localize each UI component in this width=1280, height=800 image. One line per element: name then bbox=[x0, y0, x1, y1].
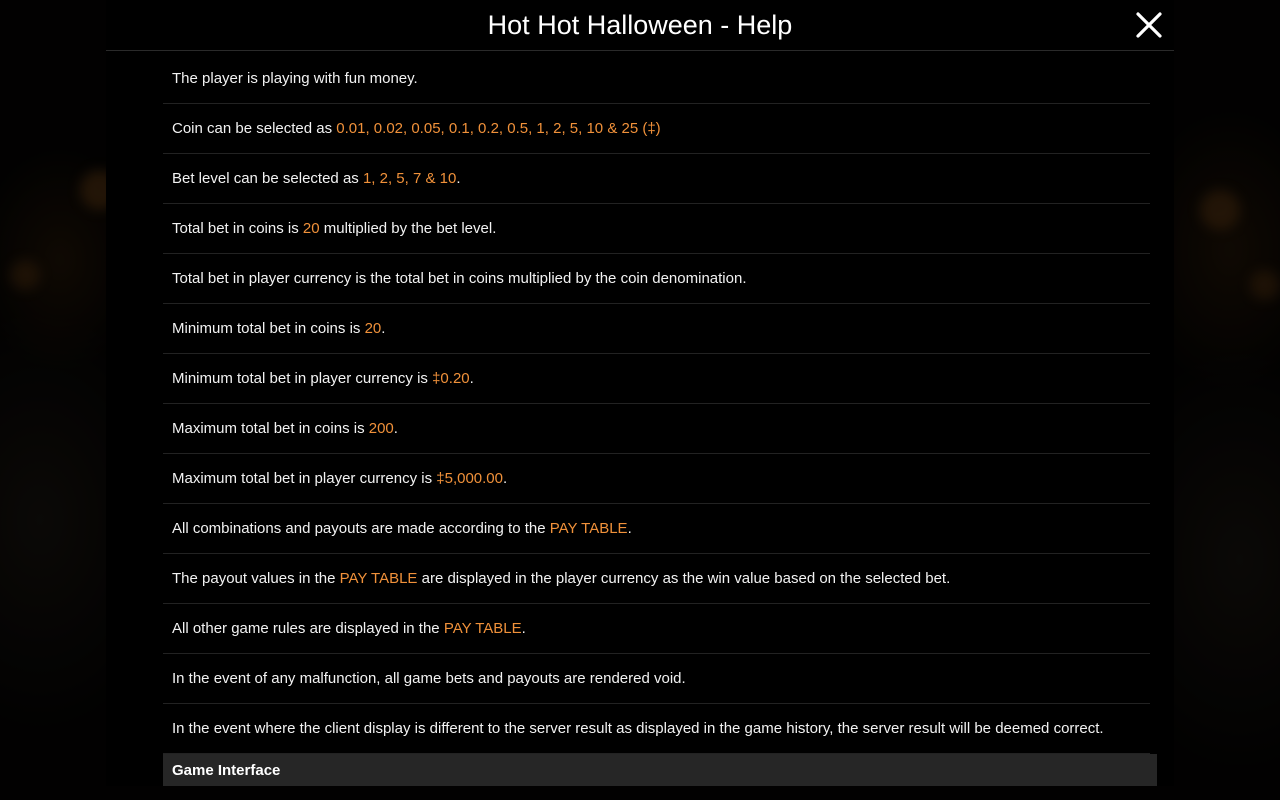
rule-row: Coin can be selected as 0.01, 0.02, 0.05… bbox=[163, 104, 1150, 154]
rule-highlight: PAY TABLE bbox=[339, 570, 418, 587]
close-button[interactable] bbox=[1132, 8, 1166, 42]
rule-highlight: 20 bbox=[302, 220, 320, 237]
rule-text: The player is playing with fun money. bbox=[172, 70, 418, 87]
rule-row: Maximum total bet in player currency is … bbox=[163, 454, 1150, 504]
rule-text: Total bet in coins is bbox=[172, 220, 303, 237]
rule-text: . bbox=[393, 420, 398, 437]
rule-row: Total bet in player currency is the tota… bbox=[163, 254, 1150, 304]
rule-text: are displayed in the player currency as … bbox=[417, 570, 951, 587]
rule-text: The payout values in the bbox=[172, 570, 340, 587]
rule-text: Minimum total bet in coins is bbox=[172, 320, 365, 337]
rule-text: multiplied by the bet level. bbox=[319, 220, 497, 237]
rule-text: . bbox=[503, 470, 508, 487]
close-icon bbox=[1136, 12, 1162, 38]
rule-highlight: ‡5,000.00 bbox=[436, 470, 503, 487]
rule-row: Minimum total bet in player currency is … bbox=[163, 354, 1150, 404]
rule-text: . bbox=[381, 320, 386, 337]
help-content-panel[interactable]: The player is playing with fun money. Coi… bbox=[106, 51, 1174, 786]
page-title: Hot Hot Halloween - Help bbox=[487, 10, 793, 40]
rule-row: All other game rules are displayed in th… bbox=[163, 604, 1150, 654]
rule-highlight: PAY TABLE bbox=[549, 520, 628, 537]
help-header: Hot Hot Halloween - Help bbox=[106, 0, 1174, 51]
rule-text: All other game rules are displayed in th… bbox=[172, 620, 444, 637]
rule-highlight: PAY TABLE bbox=[443, 620, 522, 637]
rule-highlight: 1, 2, 5, 7 & 10 bbox=[362, 170, 457, 187]
rule-text: . bbox=[521, 620, 526, 637]
section-heading-game-interface: Game Interface bbox=[163, 754, 1157, 786]
rules-list: The player is playing with fun money. Coi… bbox=[163, 54, 1150, 754]
rule-highlight: 200 bbox=[368, 420, 394, 437]
rule-row: Bet level can be selected as 1, 2, 5, 7 … bbox=[163, 154, 1150, 204]
rule-text: In the event of any malfunction, all gam… bbox=[172, 670, 686, 687]
rule-row: Total bet in coins is 20 multiplied by t… bbox=[163, 204, 1150, 254]
rule-row: All combinations and payouts are made ac… bbox=[163, 504, 1150, 554]
rule-row: In the event where the client display is… bbox=[163, 704, 1150, 754]
rule-text: . bbox=[469, 370, 474, 387]
rule-row: Minimum total bet in coins is 20. bbox=[163, 304, 1150, 354]
rule-row: The payout values in the PAY TABLE are d… bbox=[163, 554, 1150, 604]
rule-text: Minimum total bet in player currency is bbox=[172, 370, 433, 387]
rule-text: Coin can be selected as bbox=[172, 120, 337, 137]
rule-text: Maximum total bet in coins is bbox=[172, 420, 369, 437]
rule-text: Maximum total bet in player currency is bbox=[172, 470, 437, 487]
rule-row: In the event of any malfunction, all gam… bbox=[163, 654, 1150, 704]
rule-text: All combinations and payouts are made ac… bbox=[172, 520, 550, 537]
rule-text: . bbox=[627, 520, 632, 537]
rule-highlight: 20 bbox=[364, 320, 382, 337]
rule-row: Maximum total bet in coins is 200. bbox=[163, 404, 1150, 454]
rule-text: In the event where the client display is… bbox=[172, 720, 1104, 737]
rule-highlight: ‡0.20 bbox=[432, 370, 470, 387]
rule-text: Total bet in player currency is the tota… bbox=[172, 270, 747, 287]
game-background: Hot Hot Halloween - Help The player is p… bbox=[0, 0, 1280, 800]
rule-highlight: 0.01, 0.02, 0.05, 0.1, 0.2, 0.5, 1, 2, 5… bbox=[336, 120, 661, 137]
rule-text: Bet level can be selected as bbox=[172, 170, 363, 187]
rule-row: The player is playing with fun money. bbox=[163, 54, 1150, 104]
rule-text: . bbox=[456, 170, 461, 187]
